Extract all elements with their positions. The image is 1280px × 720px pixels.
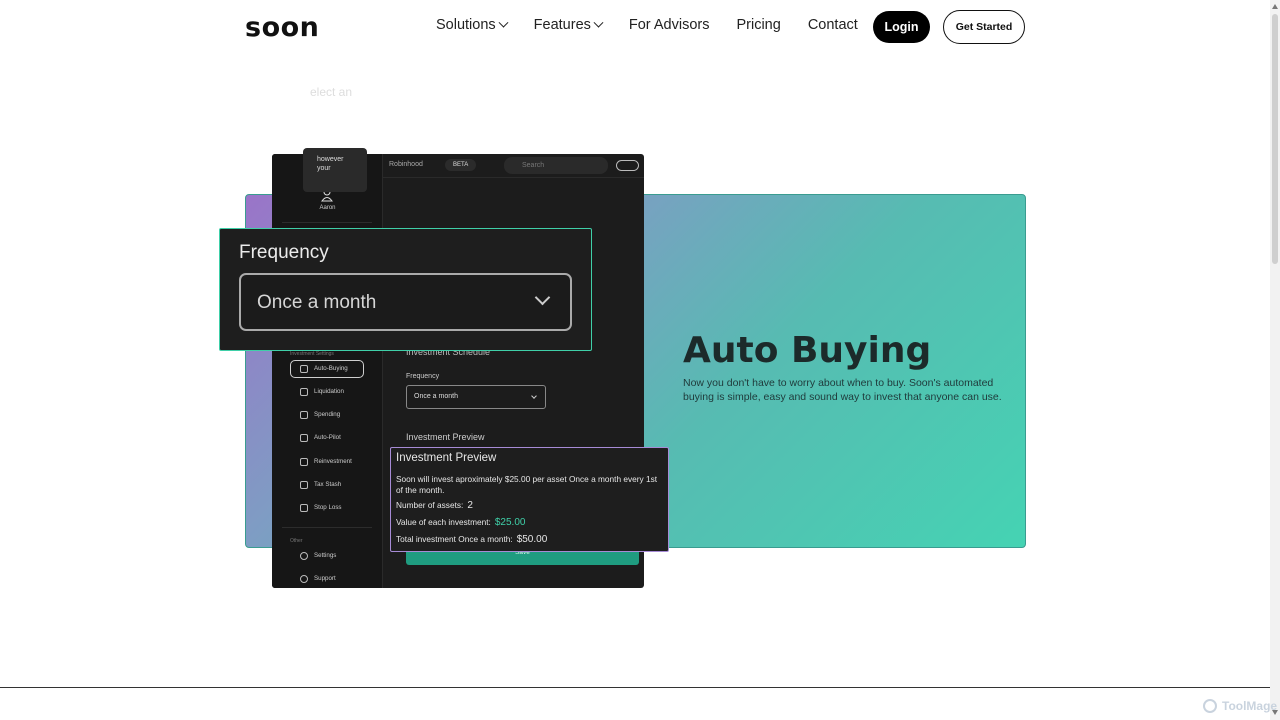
sidebar-item-settings[interactable]: Settings	[300, 551, 337, 560]
sidebar-item-label: Reinvestment	[314, 458, 352, 465]
sidebar-item-label: Stop Loss	[314, 504, 342, 511]
frequency-popout-value: Once a month	[257, 292, 377, 313]
tax-stash-icon	[300, 480, 308, 489]
frequency-label: Frequency	[406, 373, 440, 380]
sidebar-divider	[282, 222, 372, 223]
sidebar-item-stop-loss[interactable]: Stop Loss	[300, 503, 342, 512]
nav-pricing-label: Pricing	[736, 17, 781, 33]
frequency-select-value: Once a month	[414, 393, 458, 400]
preview-title: Investment Preview	[396, 452, 497, 464]
sidebar-divider	[282, 527, 372, 528]
chevron-down-icon	[534, 289, 551, 306]
sidebar-item-label: Auto-Pilot	[314, 434, 341, 441]
spending-icon	[300, 410, 308, 419]
nav-features-label: Features	[533, 17, 591, 33]
nav-contact-label: Contact	[807, 17, 858, 33]
sidebar-item-liquidation[interactable]: Liquidation	[300, 387, 344, 396]
frequency-popout-select[interactable]: Once a month	[239, 273, 572, 331]
chevron-down-icon	[498, 17, 509, 28]
sidebar-item-auto-pilot[interactable]: Auto-Pilot	[300, 433, 341, 442]
get-started-button[interactable]: Get Started	[943, 10, 1025, 44]
info-card-line: your	[317, 165, 331, 172]
preview-each-label: Value of each investment:	[396, 517, 491, 527]
preview-total-row: Total investment Once a month: $50.00	[396, 534, 547, 545]
preview-assets-row: Number of assets: 2	[396, 500, 473, 511]
nav-pricing[interactable]: Pricing	[736, 17, 780, 33]
preview-description: Soon will invest aproximately $25.00 per…	[396, 474, 658, 495]
preview-total-label: Total investment Once a month:	[396, 534, 513, 544]
beta-badge: BETA	[445, 159, 477, 171]
scrollbar-thumb[interactable]	[1272, 14, 1278, 264]
investment-preview-popout: Investment Preview Soon will invest apro…	[390, 447, 669, 552]
user-name: Aaron	[319, 205, 336, 211]
app-sidebar: soon Aaron Investment Settings Auto-Buyi…	[272, 154, 383, 588]
info-card-line: however	[317, 156, 344, 163]
site-logo[interactable]: soon	[245, 12, 319, 43]
sidebar-item-label: Support	[314, 575, 336, 582]
hero-description: Now you don't have to worry about when t…	[683, 377, 1002, 403]
sidebar-item-label: Settings	[314, 552, 337, 559]
nav-solutions-label: Solutions	[436, 17, 496, 33]
watermark-icon	[1203, 699, 1217, 713]
sidebar-heading-other: Other	[290, 538, 303, 544]
nav-features[interactable]: Features	[533, 17, 604, 33]
page-scrollbar[interactable]	[1270, 0, 1280, 720]
sidebar-item-reinvestment[interactable]: Reinvestment	[300, 457, 352, 466]
frequency-select[interactable]: Once a month	[406, 385, 546, 409]
hero-title: Auto Buying	[683, 330, 932, 371]
stop-loss-icon	[300, 503, 308, 512]
sidebar-item-spending[interactable]: Spending	[300, 410, 341, 419]
login-button[interactable]: Login	[873, 11, 930, 43]
broker-name[interactable]: Robinhood	[389, 161, 423, 168]
sidebar-item-support[interactable]: Support	[300, 574, 336, 583]
sidebar-item-auto-buying[interactable]: Auto-Buying	[300, 364, 348, 373]
top-navigation: soon Solutions Features For Advisors Pri…	[0, 0, 1270, 54]
nav-contact[interactable]: Contact	[808, 17, 858, 33]
auto-pilot-icon	[300, 433, 308, 442]
reinvestment-icon	[300, 457, 308, 466]
nav-solutions[interactable]: Solutions	[436, 17, 509, 33]
partial-instruction-text: elect an	[310, 85, 353, 99]
watermark-text: ToolMage	[1222, 699, 1278, 713]
chevron-down-icon	[593, 17, 604, 28]
sidebar-item-label: Liquidation	[314, 388, 344, 395]
investment-preview-label: Investment Preview	[406, 432, 485, 442]
section-divider	[0, 687, 1270, 688]
sidebar-item-label: Auto-Buying	[314, 365, 348, 372]
auto-buying-icon	[300, 364, 308, 373]
frequency-zoom-popout: Frequency Once a month	[219, 228, 592, 351]
preview-each-row: Value of each investment: $25.00	[396, 517, 525, 528]
search-input[interactable]: Search	[504, 157, 608, 174]
frequency-popout-title: Frequency	[239, 242, 329, 263]
scroll-up-icon[interactable]	[1272, 4, 1278, 9]
watermark: ToolMage	[1203, 699, 1277, 713]
app-topbar: Robinhood BETA Search	[383, 154, 644, 178]
preview-each-value: $25.00	[494, 517, 526, 528]
chevron-down-icon	[531, 393, 537, 399]
nav-links: Solutions Features For Advisors Pricing …	[436, 17, 885, 33]
liquidation-icon	[300, 387, 308, 396]
theme-toggle[interactable]	[616, 160, 639, 171]
info-card: however your	[303, 148, 367, 192]
sidebar-item-label: Tax Stash	[314, 481, 342, 488]
sidebar-heading-settings: Investment Settings	[290, 351, 334, 357]
preview-assets-label: Number of assets:	[396, 500, 464, 510]
support-icon	[300, 574, 308, 583]
sidebar-item-tax-stash[interactable]: Tax Stash	[300, 480, 342, 489]
preview-assets-value: 2	[467, 500, 473, 511]
nav-for-advisors-label: For Advisors	[628, 17, 710, 33]
preview-total-value: $50.00	[516, 534, 548, 545]
nav-for-advisors[interactable]: For Advisors	[629, 17, 710, 33]
gear-icon	[300, 551, 308, 560]
sidebar-item-label: Spending	[314, 411, 341, 418]
